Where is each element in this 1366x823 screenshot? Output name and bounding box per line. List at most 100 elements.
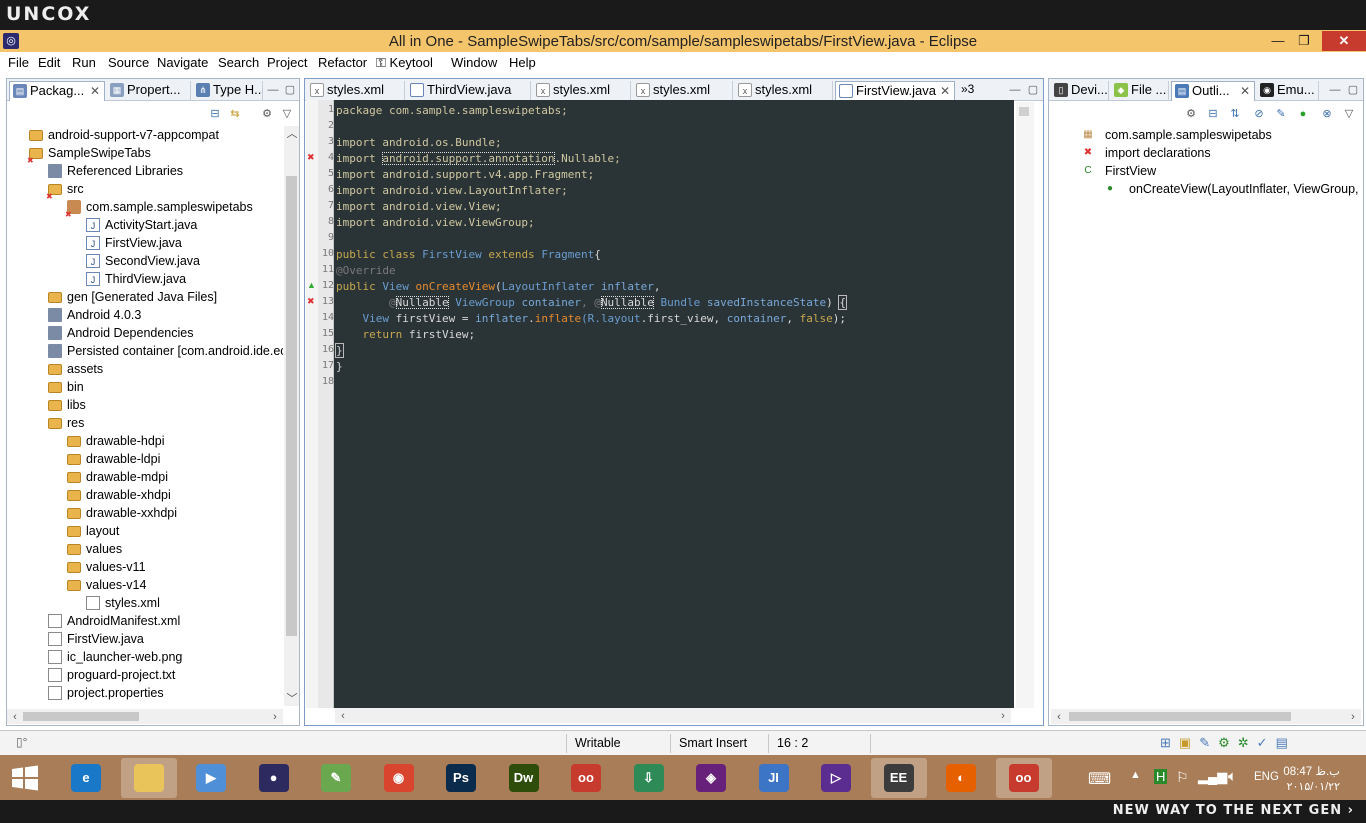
- tab-type-hierarchy[interactable]: ⋔ Type H...: [193, 81, 263, 101]
- tree-horizontal-scrollbar[interactable]: ‹ ›: [7, 709, 283, 724]
- editor-tab-firstview-java[interactable]: J FirstView.java ✕: [835, 81, 955, 101]
- taskbar-app[interactable]: EE: [870, 758, 927, 798]
- lint-icon[interactable]: ✓: [1257, 735, 1276, 750]
- taskbar-app[interactable]: oo: [558, 758, 614, 798]
- android-sdk-icon[interactable]: ▣: [1179, 735, 1199, 750]
- hide-fields-icon[interactable]: ⊘: [1251, 106, 1267, 122]
- hide-static-icon[interactable]: ✎: [1273, 106, 1289, 122]
- menu-window[interactable]: Window: [451, 55, 497, 70]
- avd-manager-icon[interactable]: ✎: [1199, 735, 1218, 750]
- menu-refactor[interactable]: Refactor: [318, 55, 367, 70]
- editor-tab-styles-xml[interactable]: x styles.xml: [307, 81, 405, 101]
- view-menu-icon[interactable]: ⚙: [259, 106, 275, 122]
- close-button[interactable]: ✕: [1322, 31, 1366, 51]
- tab-file-explorer[interactable]: ◆ File ...: [1111, 81, 1169, 101]
- menu-run[interactable]: Run: [72, 55, 96, 70]
- taskbar-app[interactable]: e: [58, 758, 114, 798]
- scroll-right-icon[interactable]: ›: [995, 708, 1011, 724]
- outline-horizontal-scrollbar[interactable]: ‹ ›: [1051, 709, 1361, 724]
- run-icon[interactable]: ⚙: [1218, 735, 1238, 750]
- clock-date[interactable]: ۲۰۱۵/۰۱/۲۲: [1270, 780, 1340, 793]
- close-tab-icon[interactable]: ✕: [940, 82, 950, 100]
- hide-local-types-icon[interactable]: ⊗: [1319, 106, 1335, 122]
- link-with-editor-icon[interactable]: ⇆: [227, 106, 243, 122]
- editor-tab-styles-xml[interactable]: x styles.xml: [735, 81, 833, 101]
- tab-properties[interactable]: ▦ Propert...: [107, 81, 191, 101]
- tab-package-explorer[interactable]: ▤ Packag... ✕: [9, 81, 105, 101]
- tray-app-icon[interactable]: H: [1154, 769, 1168, 784]
- tab-emulator[interactable]: ◉ Emu...: [1257, 81, 1319, 101]
- scroll-left-icon[interactable]: ‹: [7, 709, 23, 725]
- menu-edit[interactable]: Edit: [38, 55, 60, 70]
- hide-nonpublic-icon[interactable]: ●: [1295, 106, 1311, 122]
- show-hidden-icons-icon[interactable]: ▲: [1130, 769, 1141, 781]
- sort-icon[interactable]: ⇅: [1227, 106, 1243, 122]
- minimize-view-icon[interactable]: —: [1327, 82, 1343, 98]
- scroll-right-icon[interactable]: ›: [1345, 709, 1361, 725]
- taskbar-app[interactable]: ▶: [183, 758, 239, 798]
- scroll-thumb[interactable]: [286, 176, 297, 636]
- minimize-view-icon[interactable]: —: [1007, 82, 1023, 98]
- tree-vertical-scrollbar[interactable]: ︿ ﹀: [284, 126, 299, 706]
- taskbar-app[interactable]: ◈: [683, 758, 739, 798]
- error-marker-icon[interactable]: ✖: [307, 152, 315, 163]
- taskbar-app[interactable]: Ps: [433, 758, 489, 798]
- menu-search[interactable]: Search: [218, 55, 259, 70]
- tab-devices[interactable]: ▯ Devi...: [1051, 81, 1109, 101]
- menu-navigate[interactable]: Navigate: [157, 55, 208, 70]
- taskbar-app[interactable]: oo: [995, 758, 1052, 798]
- scroll-left-icon[interactable]: ‹: [335, 708, 351, 724]
- taskbar-app[interactable]: ⇩: [621, 758, 677, 798]
- collapse-all-icon[interactable]: ⊟: [1205, 106, 1221, 122]
- taskbar-app[interactable]: JI: [746, 758, 802, 798]
- menu-keytool[interactable]: ⚿ Keytool: [376, 55, 433, 71]
- menu-help[interactable]: Help: [509, 55, 536, 70]
- debug-icon[interactable]: ✲: [1238, 735, 1257, 750]
- maximize-button[interactable]: ❐: [1290, 31, 1318, 51]
- perspective-icon[interactable]: ⊞: [1160, 735, 1179, 750]
- taskbar-app[interactable]: ●: [246, 758, 302, 798]
- editor-overflow-tabs[interactable]: »3: [961, 82, 974, 96]
- menu-file[interactable]: File: [8, 55, 29, 70]
- editor-tab-styles-xml[interactable]: x styles.xml: [633, 81, 733, 101]
- clock-time[interactable]: 08:47 ب.ظ: [1270, 764, 1340, 778]
- menu-source[interactable]: Source: [108, 55, 149, 70]
- close-tab-icon[interactable]: ✕: [90, 82, 100, 100]
- taskbar-app[interactable]: ✎: [308, 758, 364, 798]
- scroll-left-icon[interactable]: ‹: [1051, 709, 1067, 725]
- code-editor[interactable]: 1 2 3 4 5 6 7 8 9 10 11 12 13 14 15 16 17 18 package com.…: [318, 100, 1014, 708]
- scroll-thumb[interactable]: [23, 712, 139, 721]
- collapse-all-icon[interactable]: ⊟: [207, 106, 223, 122]
- start-button[interactable]: [10, 764, 40, 792]
- maximize-view-icon[interactable]: ▢: [1025, 82, 1041, 98]
- taskbar-app[interactable]: ◉: [371, 758, 427, 798]
- taskbar-app[interactable]: Dw: [496, 758, 552, 798]
- maximize-view-icon[interactable]: ▢: [282, 82, 298, 98]
- close-tab-icon[interactable]: ✕: [1240, 82, 1250, 100]
- console-icon[interactable]: ▤: [1276, 735, 1296, 750]
- volume-icon[interactable]: 🔈︎: [1228, 768, 1237, 785]
- taskbar-app[interactable]: ◐: [933, 758, 989, 798]
- network-icon[interactable]: ▂▄▆: [1198, 769, 1227, 785]
- action-center-icon[interactable]: ⚐: [1176, 769, 1189, 786]
- keyboard-icon[interactable]: ⌨: [1088, 769, 1111, 789]
- taskbar-app[interactable]: [120, 758, 177, 798]
- scroll-down-icon[interactable]: ﹀: [284, 691, 300, 707]
- editor-tab-styles-xml[interactable]: x styles.xml: [533, 81, 631, 101]
- editor-tab-thirdview-java[interactable]: J ThirdView.java: [407, 81, 531, 101]
- maximize-view-icon[interactable]: ▢: [1345, 82, 1361, 98]
- tab-outline[interactable]: ▤ Outli... ✕: [1171, 81, 1255, 101]
- error-marker-icon[interactable]: ✖: [307, 296, 315, 307]
- menu-project[interactable]: Project: [267, 55, 307, 70]
- scroll-up-icon[interactable]: ︿: [284, 126, 300, 142]
- scroll-thumb[interactable]: [1069, 712, 1291, 721]
- minimize-button[interactable]: —: [1264, 31, 1292, 51]
- minimize-view-icon[interactable]: —: [265, 82, 281, 98]
- taskbar-app[interactable]: ▷: [808, 758, 864, 798]
- editor-horizontal-scrollbar[interactable]: ‹ ›: [335, 708, 1011, 723]
- view-menu-chevron-icon[interactable]: ▽: [1341, 106, 1357, 122]
- scroll-right-icon[interactable]: ›: [267, 709, 283, 725]
- override-marker-icon[interactable]: ▲: [307, 280, 316, 290]
- settings-icon[interactable]: ⚙: [1183, 106, 1199, 122]
- view-menu-chevron-icon[interactable]: ▽: [279, 106, 295, 122]
